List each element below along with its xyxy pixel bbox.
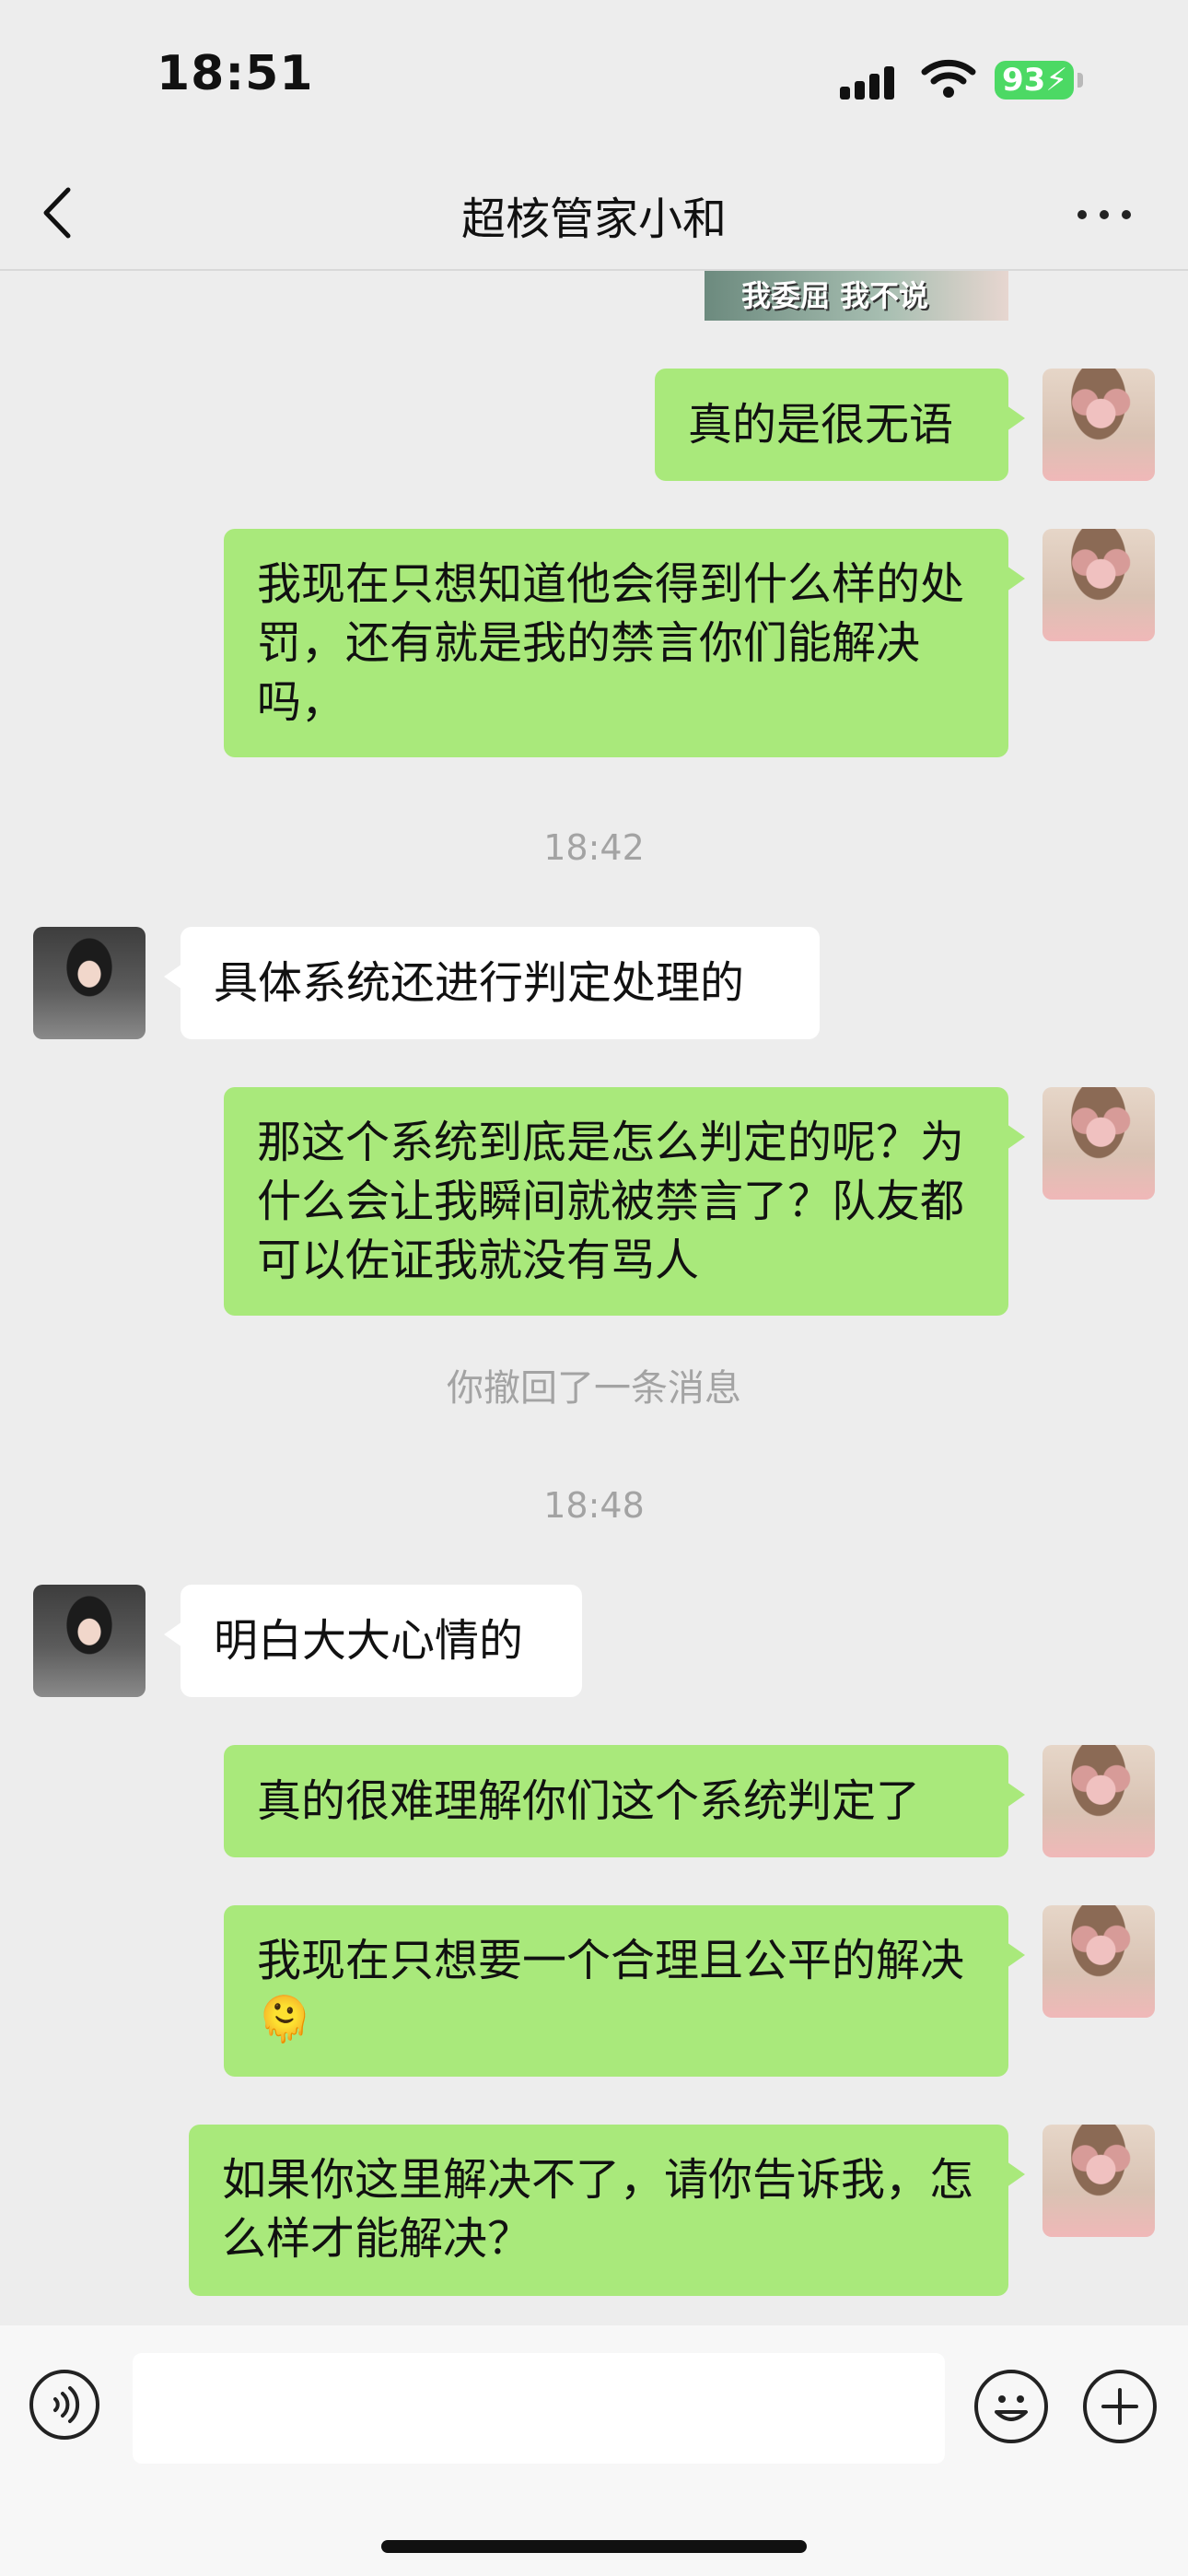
- input-bar: [0, 2325, 1188, 2576]
- my-message-bubble[interactable]: 如果你这里解决不了，请你告诉我，怎么样才能解决？: [189, 2125, 1025, 2296]
- voice-icon[interactable]: [29, 2370, 99, 2440]
- battery-indicator: 93⚡: [995, 61, 1074, 100]
- chat-title: 超核管家小和: [460, 193, 727, 245]
- message-text: 如果你这里解决不了，请你告诉我，怎么样才能解决？: [222, 2154, 974, 2265]
- my-avatar[interactable]: [1042, 1745, 1155, 1857]
- emoji-icon[interactable]: [974, 2370, 1048, 2443]
- battery-tip: [1077, 73, 1083, 88]
- timestamp-label: 18:48: [543, 1485, 645, 1526]
- my-message-bubble[interactable]: 我现在只想要一个合理且公平的解决🫠: [224, 1905, 1025, 2077]
- contact-message-bubble[interactable]: 明白大大心情的: [164, 1585, 582, 1697]
- more-dots-icon[interactable]: [1077, 205, 1138, 223]
- recalled-message-notice: 你撤回了一条消息: [447, 1367, 741, 1410]
- wifi-icon: [921, 59, 976, 98]
- message-text: 那这个系统到底是怎么判定的呢？为什么会让我瞬间就被禁言了？队友都可以佐证我就没有…: [257, 1117, 965, 1286]
- message-text: 具体系统还进行判定处理的: [214, 957, 745, 1009]
- sticker-image[interactable]: 我委屈 我不说: [705, 271, 1008, 321]
- status-time: 18:51: [157, 46, 314, 101]
- status-bar: 18:51 93⚡: [0, 0, 1188, 157]
- timestamp-label: 18:42: [543, 827, 645, 868]
- home-indicator[interactable]: [381, 2540, 807, 2553]
- message-text: 我现在只想要一个合理且公平的解决🫠: [257, 1935, 965, 2045]
- message-text: 我现在只想知道他会得到什么样的处罚，还有就是我的禁言你们能解决吗，: [257, 558, 965, 728]
- plus-icon[interactable]: [1083, 2370, 1157, 2443]
- cellular-signal-icon: [840, 61, 904, 100]
- contact-message-bubble[interactable]: 具体系统还进行判定处理的: [164, 927, 820, 1039]
- contact-avatar[interactable]: [33, 1585, 146, 1697]
- my-message-bubble[interactable]: 真的很难理解你们这个系统判定了: [224, 1745, 1025, 1857]
- my-avatar[interactable]: [1042, 2125, 1155, 2237]
- chat-screen: 18:51 93⚡ 超核管家小和 我委屈 我不说 真的是很无语 我现在只想知道他…: [0, 0, 1188, 2576]
- charging-bolt-icon: ⚡: [1045, 62, 1068, 99]
- message-input[interactable]: [133, 2353, 945, 2464]
- nav-bar: 超核管家小和: [0, 157, 1188, 271]
- message-list[interactable]: 我委屈 我不说 真的是很无语 我现在只想知道他会得到什么样的处罚，还有就是我的禁…: [0, 271, 1188, 2325]
- my-avatar[interactable]: [1042, 1905, 1155, 2018]
- my-avatar[interactable]: [1042, 369, 1155, 481]
- my-message-bubble[interactable]: 我现在只想知道他会得到什么样的处罚，还有就是我的禁言你们能解决吗，: [224, 529, 1025, 757]
- message-text: 真的是很无语: [688, 399, 954, 451]
- my-message-bubble[interactable]: 真的是很无语: [655, 369, 1025, 481]
- my-avatar[interactable]: [1042, 529, 1155, 641]
- message-text: 真的很难理解你们这个系统判定了: [257, 1775, 921, 1827]
- message-text: 明白大大心情的: [214, 1615, 524, 1667]
- battery-level: 93: [1002, 62, 1046, 99]
- contact-avatar[interactable]: [33, 927, 146, 1039]
- my-avatar[interactable]: [1042, 1087, 1155, 1200]
- my-message-bubble[interactable]: 那这个系统到底是怎么判定的呢？为什么会让我瞬间就被禁言了？队友都可以佐证我就没有…: [224, 1087, 1025, 1316]
- sticker-caption: 我委屈 我不说: [741, 278, 929, 313]
